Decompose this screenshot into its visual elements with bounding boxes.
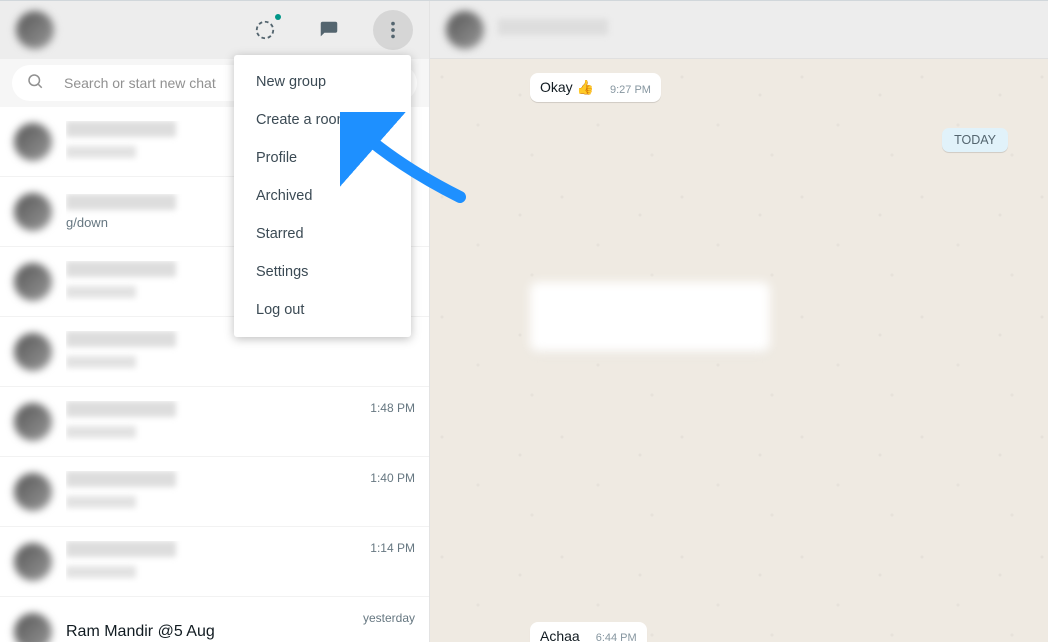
avatar bbox=[14, 123, 52, 161]
messages-area[interactable]: Okay 👍 9:27 PM TODAY Achaa 6:44 PM bbox=[430, 59, 1048, 642]
conversation-panel: Okay 👍 9:27 PM TODAY Achaa 6:44 PM bbox=[430, 1, 1048, 642]
avatar bbox=[14, 333, 52, 371]
avatar bbox=[14, 473, 52, 511]
conversation-header[interactable] bbox=[430, 1, 1048, 59]
more-menu-dropdown: New group Create a room Profile Archived… bbox=[234, 55, 411, 337]
more-menu-button[interactable] bbox=[373, 10, 413, 50]
redacted-message bbox=[530, 282, 770, 352]
chat-time: 1:48 PM bbox=[370, 401, 415, 415]
chat-time: 1:14 PM bbox=[370, 541, 415, 555]
chat-time: 1:40 PM bbox=[370, 471, 415, 485]
menu-item-create-room[interactable]: Create a room bbox=[234, 101, 411, 139]
menu-item-profile[interactable]: Profile bbox=[234, 139, 411, 177]
menu-item-log-out[interactable]: Log out bbox=[234, 291, 411, 329]
contact-avatar[interactable] bbox=[446, 11, 484, 49]
incoming-message[interactable]: Okay 👍 9:27 PM bbox=[530, 73, 661, 102]
menu-item-archived[interactable]: Archived bbox=[234, 177, 411, 215]
avatar bbox=[14, 193, 52, 231]
menu-item-starred[interactable]: Starred bbox=[234, 215, 411, 253]
search-icon bbox=[26, 72, 44, 95]
message-text: Achaa bbox=[540, 628, 580, 642]
message-time: 9:27 PM bbox=[610, 84, 651, 96]
status-icon[interactable] bbox=[245, 10, 285, 50]
avatar bbox=[14, 403, 52, 441]
new-chat-icon[interactable] bbox=[309, 10, 349, 50]
avatar bbox=[14, 543, 52, 581]
incoming-message[interactable]: Achaa 6:44 PM bbox=[530, 622, 647, 642]
message-text: Okay 👍 bbox=[540, 79, 594, 96]
avatar bbox=[14, 263, 52, 301]
chat-item[interactable]: Ram Mandir @5 Aug yesterday bbox=[0, 597, 429, 642]
message-time: 6:44 PM bbox=[596, 632, 637, 642]
left-header bbox=[0, 1, 429, 59]
chat-item[interactable]: 1:40 PM bbox=[0, 457, 429, 527]
date-chip: TODAY bbox=[942, 128, 1008, 152]
own-avatar[interactable] bbox=[16, 11, 54, 49]
chat-time: yesterday bbox=[363, 611, 415, 625]
menu-item-settings[interactable]: Settings bbox=[234, 253, 411, 291]
menu-item-new-group[interactable]: New group bbox=[234, 63, 411, 101]
chat-item[interactable]: 1:14 PM bbox=[0, 527, 429, 597]
chat-name: Ram Mandir @5 Aug bbox=[66, 623, 355, 641]
chat-item[interactable]: 1:48 PM bbox=[0, 387, 429, 457]
avatar bbox=[14, 613, 52, 642]
